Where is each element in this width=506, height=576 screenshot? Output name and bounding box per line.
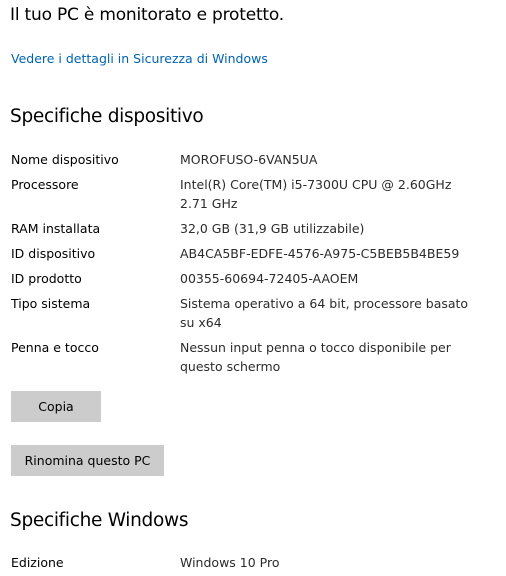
spec-value: 00355-60694-72405-AAOEM [180, 271, 359, 286]
spec-row-pen-touch: Penna e tocco Nessun input penna o tocco… [11, 338, 501, 382]
device-specs-title: Specifiche dispositivo [10, 106, 204, 127]
spec-label: Processore [11, 177, 79, 192]
spec-label: Edizione [11, 555, 64, 570]
spec-value: 32,0 GB (31,9 GB utilizzabile) [180, 221, 365, 236]
spec-value: MOROFUSO-6VAN5UA [180, 152, 318, 167]
spec-label: Tipo sistema [11, 296, 91, 311]
spec-value: Nessun input penna o tocco disponibile p… [180, 340, 451, 374]
spec-value: Intel(R) Core(TM) i5-7300U CPU @ 2.60GHz… [180, 177, 452, 211]
spec-value: Windows 10 Pro [180, 555, 280, 570]
copy-button[interactable]: Copia [11, 391, 101, 422]
spec-value: Sistema operativo a 64 bit, processore b… [180, 296, 469, 330]
spec-label: Nome dispositivo [11, 152, 119, 167]
windows-specs-title: Specifiche Windows [10, 510, 189, 531]
spec-row-product-id: ID prodotto 00355-60694-72405-AAOEM [11, 269, 501, 294]
spec-row-device-id: ID dispositivo AB4CA5BF-EDFE-4576-A975-C… [11, 244, 501, 269]
spec-label: ID dispositivo [11, 246, 96, 261]
spec-row-processor: Processore Intel(R) Core(TM) i5-7300U CP… [11, 175, 501, 219]
device-specs-table: Nome dispositivo MOROFUSO-6VAN5UA Proces… [11, 150, 501, 382]
security-details-link[interactable]: Vedere i dettagli in Sicurezza di Window… [11, 51, 268, 66]
spec-label: ID prodotto [11, 271, 82, 286]
spec-row-system-type: Tipo sistema Sistema operativo a 64 bit,… [11, 294, 501, 338]
rename-pc-button[interactable]: Rinomina questo PC [11, 445, 164, 476]
spec-row-ram: RAM installata 32,0 GB (31,9 GB utilizza… [11, 219, 501, 244]
spec-label: Penna e tocco [11, 340, 99, 355]
spec-label: RAM installata [11, 221, 101, 236]
spec-value: AB4CA5BF-EDFE-4576-A975-C5BEB5B4BE59 [180, 246, 460, 261]
spec-row-device-name: Nome dispositivo MOROFUSO-6VAN5UA [11, 150, 501, 175]
protection-status-text: Il tuo PC è monitorato e protetto. [10, 5, 285, 25]
